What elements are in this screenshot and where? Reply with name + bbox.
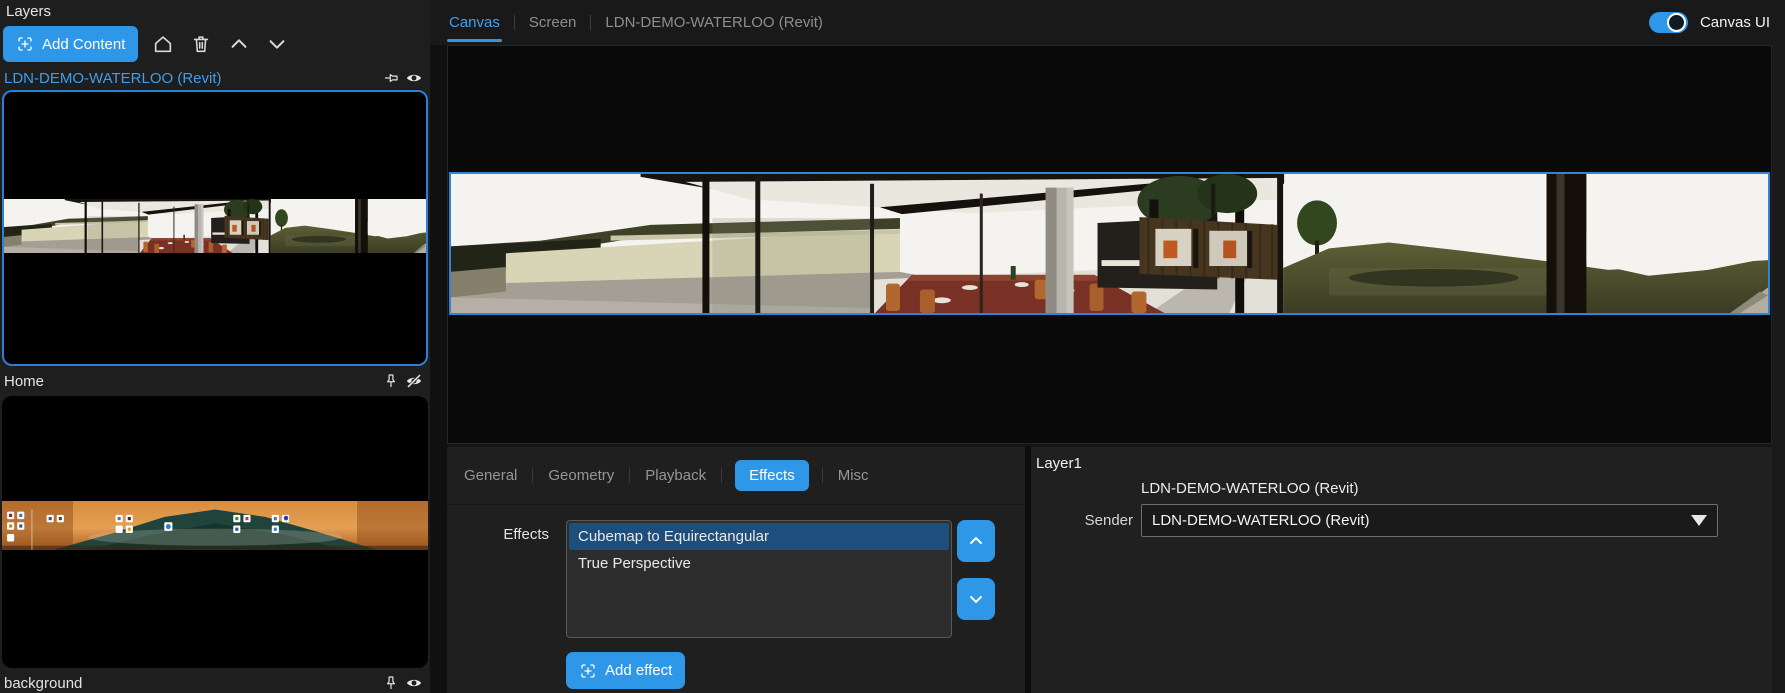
canvas-viewport[interactable]: [447, 45, 1772, 444]
sender-row: Sender LDN-DEMO-WATERLOO (Revit): [1031, 504, 1772, 537]
add-content-label: Add Content: [42, 36, 125, 53]
toggle-knob: [1667, 13, 1686, 32]
tab-canvas[interactable]: Canvas: [447, 0, 502, 45]
sender-dropdown[interactable]: LDN-DEMO-WATERLOO (Revit): [1141, 504, 1718, 537]
sender-label: Sender: [1031, 512, 1141, 529]
layer-thumbnail-home[interactable]: [2, 396, 428, 668]
effects-list[interactable]: Cubemap to Equirectangular True Perspect…: [566, 520, 952, 638]
eye-off-icon[interactable]: [405, 372, 423, 390]
tab-screen[interactable]: Screen: [527, 0, 579, 45]
properties-tab-bar: General Geometry Playback Effects Misc: [447, 447, 1025, 505]
tab-misc[interactable]: Misc: [836, 467, 871, 484]
tab-divider: [590, 15, 591, 30]
panel-divider-vertical: [430, 45, 447, 693]
chevron-down-icon: [966, 589, 986, 609]
layer-item-ldn-demo-waterloo[interactable]: LDN-DEMO-WATERLOO (Revit): [0, 66, 430, 90]
eye-icon[interactable]: [405, 69, 423, 87]
layer-item-background[interactable]: background: [0, 671, 430, 693]
properties-panel: General Geometry Playback Effects Misc E…: [447, 447, 1025, 693]
layer-item-home[interactable]: Home: [0, 369, 430, 393]
layer-panel-title: Layer1: [1036, 455, 1772, 472]
add-content-button[interactable]: Add Content: [3, 26, 138, 62]
tab-divider: [822, 468, 823, 483]
topbar-right: Canvas UI: [1649, 12, 1785, 33]
tab-effects[interactable]: Effects: [735, 460, 809, 491]
canvas-ui-toggle[interactable]: [1649, 12, 1688, 33]
effects-row: Effects Cubemap to Equirectangular True …: [447, 520, 1025, 638]
trash-icon: [190, 33, 212, 55]
layer-settings-panel: Layer1 LDN-DEMO-WATERLOO (Revit) Sender …: [1031, 447, 1772, 693]
effect-item-cubemap-to-equirectangular[interactable]: Cubemap to Equirectangular: [569, 523, 949, 550]
layer-name: Home: [4, 373, 382, 390]
delete-layer-button[interactable]: [188, 31, 214, 57]
effects-reorder-buttons: [957, 520, 995, 620]
tab-divider: [629, 468, 630, 483]
add-icon: [579, 662, 597, 680]
layer-thumbnail-image: [4, 199, 426, 253]
layers-panel: Layers Add Content LDN-DEMO-WATERLOO (Re…: [0, 0, 430, 693]
tab-ldn-demo-waterloo[interactable]: LDN-DEMO-WATERLOO (Revit): [603, 0, 825, 45]
tab-divider: [514, 15, 515, 30]
tab-playback[interactable]: Playback: [643, 467, 708, 484]
tab-divider: [721, 468, 722, 483]
home-button[interactable]: [150, 31, 176, 57]
chevron-up-icon: [228, 33, 250, 55]
top-tab-bar: Canvas Screen LDN-DEMO-WATERLOO (Revit) …: [430, 0, 1785, 45]
effects-label: Effects: [447, 520, 566, 543]
panorama-render: [451, 174, 1768, 313]
layers-toolbar: Add Content: [0, 25, 430, 63]
eye-icon[interactable]: [405, 674, 423, 692]
tab-divider: [532, 468, 533, 483]
chevron-up-icon: [966, 531, 986, 551]
canvas-ui-label: Canvas UI: [1700, 14, 1770, 31]
caret-down-icon: [1691, 515, 1707, 526]
app-window: Layers Add Content LDN-DEMO-WATERLOO (Re…: [0, 0, 1785, 693]
layer-thumbnail-image: [2, 501, 428, 550]
layer-name: LDN-DEMO-WATERLOO (Revit): [4, 70, 382, 87]
layer-thumbnail-ldn-demo-waterloo[interactable]: [2, 90, 428, 366]
add-effect-label: Add effect: [605, 662, 672, 679]
tab-general[interactable]: General: [462, 467, 519, 484]
pin-icon[interactable]: [382, 372, 400, 390]
add-icon: [16, 35, 34, 53]
move-layer-up-button[interactable]: [226, 31, 252, 57]
right-edge-strip: [1772, 45, 1785, 693]
home-icon: [152, 33, 174, 55]
layer-name: background: [4, 675, 382, 692]
move-effect-down-button[interactable]: [957, 578, 995, 620]
chevron-down-icon: [266, 33, 288, 55]
pin-icon[interactable]: [382, 674, 400, 692]
add-effect-button[interactable]: Add effect: [566, 652, 685, 689]
tab-geometry[interactable]: Geometry: [546, 467, 616, 484]
pin-icon[interactable]: [382, 69, 400, 87]
effect-item-true-perspective[interactable]: True Perspective: [569, 550, 949, 577]
move-layer-down-button[interactable]: [264, 31, 290, 57]
sender-source-name: LDN-DEMO-WATERLOO (Revit): [1141, 480, 1772, 497]
layers-panel-title: Layers: [0, 0, 430, 25]
sender-dropdown-value: LDN-DEMO-WATERLOO (Revit): [1152, 512, 1370, 529]
move-effect-up-button[interactable]: [957, 520, 995, 562]
selected-content-layer[interactable]: [449, 172, 1770, 315]
